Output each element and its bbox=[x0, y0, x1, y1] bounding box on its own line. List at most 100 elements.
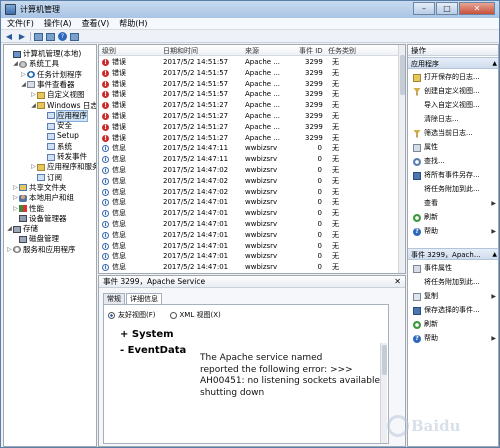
action-item[interactable]: 复制 ▶ bbox=[408, 290, 498, 303]
table-row[interactable]: i 信息 2017/5/2 14:47:11 wwbizsrv 0 无 bbox=[99, 154, 399, 165]
tree-node[interactable]: ▷ 性能 bbox=[12, 204, 44, 214]
action-item[interactable]: 属性 bbox=[408, 141, 498, 154]
tree-node[interactable]: ▷ 共享文件夹 bbox=[12, 183, 66, 193]
tree-node[interactable]: ▷ 本地用户和组 bbox=[12, 193, 74, 203]
action-item[interactable]: ? 帮助 ▶ bbox=[408, 225, 498, 238]
properties-icon[interactable] bbox=[46, 32, 55, 41]
tree-node[interactable]: 订阅 bbox=[30, 173, 62, 183]
close-icon[interactable]: ✕ bbox=[394, 276, 401, 288]
event-list-scrollbar[interactable] bbox=[398, 45, 405, 273]
column-source[interactable]: 来源 bbox=[245, 46, 259, 56]
table-row[interactable]: i 信息 2017/5/2 14:47:01 wwbizsrv 0 无 bbox=[99, 230, 399, 241]
action-item[interactable]: 查看 ▶ bbox=[408, 197, 498, 210]
tree-node[interactable]: ▷ 自定义视图 bbox=[30, 90, 84, 100]
tab-details[interactable]: 详细信息 bbox=[126, 293, 162, 304]
table-row[interactable]: ! 错误 2017/5/2 14:51:57 Apache ... 3299 无 bbox=[99, 79, 399, 90]
help-icon[interactable]: ? bbox=[58, 32, 67, 41]
tree-node[interactable]: 安全 bbox=[40, 121, 72, 131]
table-row[interactable]: i 信息 2017/5/2 14:47:01 wwbizsrv 0 无 bbox=[99, 197, 399, 208]
table-row[interactable]: i 信息 2017/5/2 14:47:02 wwbizsrv 0 无 bbox=[99, 165, 399, 176]
tree-node[interactable]: ▷ 任务计划程序 bbox=[20, 70, 82, 80]
eventdata-node[interactable]: - EventData bbox=[120, 343, 186, 359]
action-item[interactable]: 将任务附加到此... bbox=[408, 276, 498, 289]
back-arrow-icon[interactable]: ◀ bbox=[4, 32, 14, 41]
action-item[interactable]: 刷新 bbox=[408, 318, 498, 331]
expand-twisty-icon[interactable]: ▷ bbox=[30, 162, 37, 172]
tree-node[interactable]: Setup bbox=[40, 131, 79, 141]
tree-node[interactable]: ◢ 事件查看器 bbox=[20, 80, 74, 90]
expand-twisty-icon[interactable]: ▷ bbox=[12, 183, 19, 193]
action-item[interactable]: 将任务附加到此... bbox=[408, 183, 498, 196]
friendly-view-radio[interactable]: 友好视图(F) bbox=[108, 310, 156, 320]
table-row[interactable]: i 信息 2017/5/2 14:47:11 wwbizsrv 0 无 bbox=[99, 143, 399, 154]
table-row[interactable]: i 信息 2017/5/2 14:47:01 wwbizsrv 0 无 bbox=[99, 262, 399, 273]
expand-twisty-icon[interactable]: ◢ bbox=[30, 101, 37, 111]
expand-twisty-icon[interactable]: ▷ bbox=[12, 193, 19, 203]
table-row[interactable]: i 信息 2017/5/2 14:47:02 wwbizsrv 0 无 bbox=[99, 176, 399, 187]
table-row[interactable]: ! 错误 2017/5/2 14:51:57 Apache ... 3299 无 bbox=[99, 57, 399, 68]
expand-twisty-icon[interactable]: ◢ bbox=[12, 59, 19, 69]
system-node[interactable]: + System bbox=[120, 327, 186, 343]
table-row[interactable]: ! 错误 2017/5/2 14:51:27 Apache ... 3299 无 bbox=[99, 133, 399, 144]
table-row[interactable]: i 信息 2017/5/2 14:47:02 wwbizsrv 0 无 bbox=[99, 187, 399, 198]
tree-node[interactable]: ◢ 系统工具 bbox=[12, 59, 59, 69]
column-task-category[interactable]: 任务类别 bbox=[328, 46, 356, 56]
table-row[interactable]: ! 错误 2017/5/2 14:51:57 Apache ... 3299 无 bbox=[99, 68, 399, 79]
table-row[interactable]: i 信息 2017/5/2 14:47:01 wwbizsrv 0 无 bbox=[99, 208, 399, 219]
scroll-thumb[interactable] bbox=[400, 55, 405, 95]
show-hide-action-pane-icon[interactable] bbox=[70, 32, 79, 41]
tree-node[interactable]: ◢ Windows 日志 bbox=[30, 101, 96, 111]
tree-node[interactable]: ◢ 存储 bbox=[6, 224, 38, 234]
tree-node[interactable]: 磁盘管理 bbox=[12, 234, 59, 244]
table-row[interactable]: i 信息 2017/5/2 14:47:01 wwbizsrv 0 无 bbox=[99, 241, 399, 252]
action-item[interactable]: 事件属性 bbox=[408, 262, 498, 275]
action-item[interactable]: 打开保存的日志... bbox=[408, 71, 498, 84]
column-datetime[interactable]: 日期和时间 bbox=[163, 46, 198, 56]
actions-section-header[interactable]: 事件 3299，Apach... ▲ bbox=[408, 248, 498, 261]
expand-twisty-icon[interactable]: ▷ bbox=[12, 204, 19, 214]
tree-node[interactable]: 系统 bbox=[40, 142, 72, 152]
tree-node[interactable]: 转发事件 bbox=[40, 152, 87, 162]
action-item[interactable]: ? 帮助 ▶ bbox=[408, 332, 498, 345]
action-item[interactable]: 筛选当前日志... bbox=[408, 127, 498, 140]
actions-section-header[interactable]: 应用程序 ▲ bbox=[408, 57, 498, 70]
tree-node[interactable]: 设备管理器 bbox=[12, 214, 67, 224]
menu-action[interactable]: 操作(A) bbox=[44, 18, 72, 29]
column-level[interactable]: 级别 bbox=[102, 46, 116, 56]
close-button[interactable]: ✕ bbox=[459, 2, 495, 15]
table-row[interactable]: ! 错误 2017/5/2 14:51:27 Apache ... 3299 无 bbox=[99, 100, 399, 111]
table-row[interactable]: ! 错误 2017/5/2 14:51:27 Apache ... 3299 无 bbox=[99, 111, 399, 122]
collapse-arrow-icon[interactable]: ▲ bbox=[492, 249, 497, 261]
column-event-id[interactable]: 事件 ID bbox=[299, 46, 323, 56]
scroll-thumb[interactable] bbox=[382, 345, 387, 375]
table-row[interactable]: ! 错误 2017/5/2 14:51:27 Apache ... 3299 无 bbox=[99, 122, 399, 133]
tree-node[interactable]: ▷ 应用程序和服务 bbox=[30, 162, 96, 172]
action-item[interactable]: 创建自定义视图... bbox=[408, 85, 498, 98]
expand-twisty-icon[interactable]: ▷ bbox=[20, 70, 27, 80]
expand-twisty-icon[interactable]: ◢ bbox=[6, 224, 13, 234]
maximize-button[interactable]: □ bbox=[436, 2, 458, 15]
expand-twisty-icon[interactable]: ◢ bbox=[20, 80, 27, 90]
table-row[interactable]: i 信息 2017/5/2 14:47:01 wwbizsrv 0 无 bbox=[99, 219, 399, 230]
expand-twisty-icon[interactable]: ▷ bbox=[30, 90, 37, 100]
action-item[interactable]: 保存选择的事件... bbox=[408, 304, 498, 317]
collapse-arrow-icon[interactable]: ▲ bbox=[492, 58, 497, 70]
expand-twisty-icon[interactable]: ▷ bbox=[6, 245, 13, 255]
show-hide-tree-icon[interactable] bbox=[34, 32, 43, 41]
tree-node[interactable]: 应用程序 bbox=[40, 109, 88, 122]
tab-general[interactable]: 常规 bbox=[103, 293, 125, 304]
tree-node[interactable]: 计算机管理(本地) bbox=[6, 49, 81, 59]
action-item[interactable]: 清除日志... bbox=[408, 113, 498, 126]
menu-file[interactable]: 文件(F) bbox=[7, 18, 34, 29]
table-row[interactable]: i 信息 2017/5/2 14:47:01 wwbizsrv 0 无 bbox=[99, 251, 399, 262]
action-item[interactable]: 刷新 bbox=[408, 211, 498, 224]
forward-arrow-icon[interactable]: ▶ bbox=[17, 32, 27, 41]
action-item[interactable]: 导入自定义视图... bbox=[408, 99, 498, 112]
xml-view-radio[interactable]: XML 视图(X) bbox=[169, 310, 221, 320]
action-item[interactable]: 查找... bbox=[408, 155, 498, 168]
minimize-button[interactable]: – bbox=[413, 2, 435, 15]
tree-node[interactable]: ▷ 服务和应用程序 bbox=[6, 245, 75, 255]
action-item[interactable]: 将所有事件另存... bbox=[408, 169, 498, 182]
menu-help[interactable]: 帮助(H) bbox=[119, 18, 147, 29]
table-row[interactable]: ! 错误 2017/5/2 14:51:57 Apache ... 3299 无 bbox=[99, 89, 399, 100]
